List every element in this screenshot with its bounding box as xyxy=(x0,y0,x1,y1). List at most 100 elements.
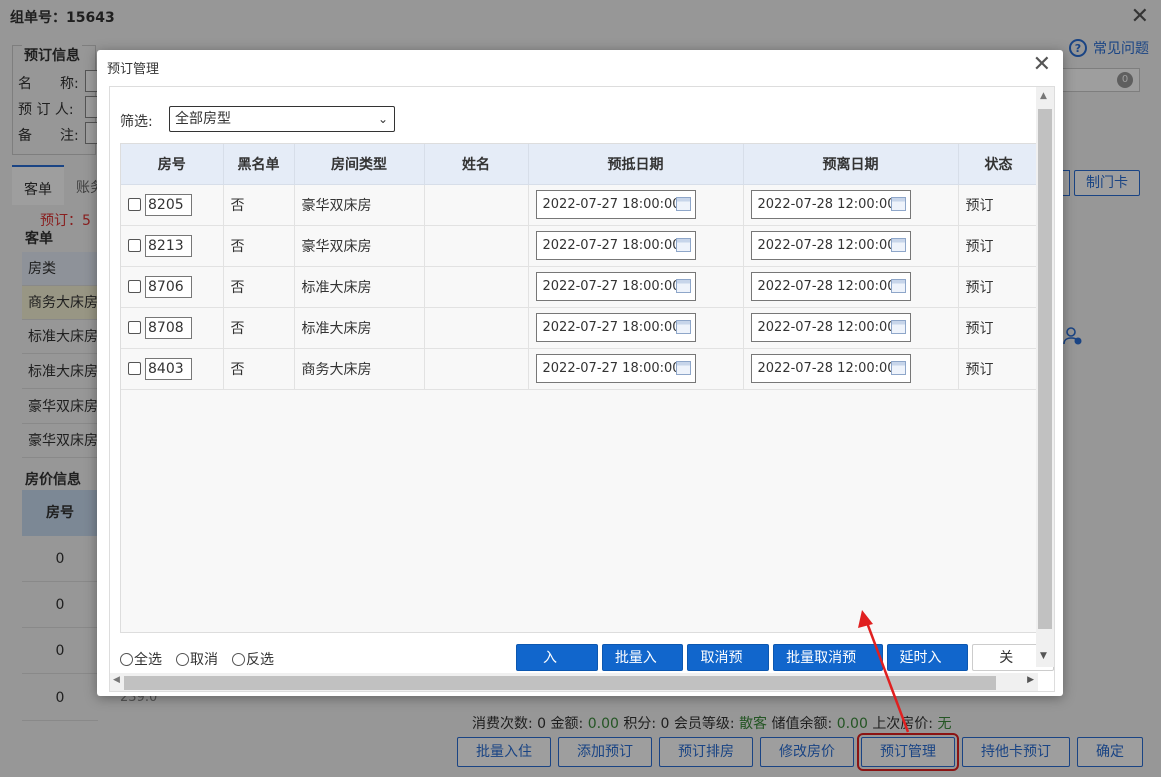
reservation-table: 房号 黑名单 房间类型 姓名 预抵日期 预离日期 状态 8205 否 豪华双床房 xyxy=(121,144,1040,390)
table-row: 8706 否 标准大床房 2022-07-27 18:00:00 2022-07… xyxy=(121,266,1040,308)
arrive-date-input[interactable]: 2022-07-27 18:00:00 xyxy=(535,272,696,301)
guest-name-cell xyxy=(424,266,529,308)
guest-name-cell xyxy=(424,225,529,267)
depart-date-input[interactable]: 2022-07-28 12:00:00 xyxy=(750,272,911,301)
row-checkbox[interactable] xyxy=(128,239,141,252)
dialog-close-icon[interactable]: ✕ xyxy=(1033,54,1051,76)
row-checkbox[interactable] xyxy=(128,321,141,334)
guest-name-cell xyxy=(424,184,529,226)
col-status[interactable]: 状态 xyxy=(958,144,1040,185)
calendar-icon[interactable] xyxy=(890,197,906,211)
arrive-date-input[interactable]: 2022-07-27 18:00:00 xyxy=(535,231,696,260)
dialog-title: 预订管理 xyxy=(107,62,160,77)
select-all-radio[interactable]: 全选 xyxy=(120,649,162,669)
filter-value: 全部房型 xyxy=(175,111,231,127)
arrive-date-text: 2022-07-27 18:00:00 xyxy=(542,197,681,212)
deselect-label: 取消 xyxy=(190,652,218,668)
table-header-row: 房号 黑名单 房间类型 姓名 预抵日期 预离日期 状态 xyxy=(121,144,1040,185)
depart-date-text: 2022-07-28 12:00:00 xyxy=(757,361,896,376)
depart-date-text: 2022-07-28 12:00:00 xyxy=(757,238,896,253)
calendar-icon[interactable] xyxy=(675,197,691,211)
dialog-actions: 入住 批量入住 取消预订 批量取消预订 延时入住 关闭 xyxy=(516,644,1054,691)
horizontal-scrollbar[interactable]: ◀ ▶ xyxy=(110,673,1038,691)
row-checkbox[interactable] xyxy=(128,198,141,211)
cancel-reservation-button[interactable]: 取消预订 xyxy=(687,644,770,691)
col-room[interactable]: 房号 xyxy=(121,144,224,185)
depart-date-input[interactable]: 2022-07-28 12:00:00 xyxy=(750,313,911,342)
radio-circle-icon xyxy=(176,652,189,666)
calendar-icon[interactable] xyxy=(890,361,906,375)
depart-date-input[interactable]: 2022-07-28 12:00:00 xyxy=(750,231,911,260)
blacklist-cell: 否 xyxy=(223,348,295,390)
status-cell: 预订 xyxy=(958,184,1040,226)
col-arrive[interactable]: 预抵日期 xyxy=(528,144,744,185)
guest-name-cell xyxy=(424,307,529,349)
room-type-cell: 标准大床房 xyxy=(294,307,425,349)
room-number-input[interactable]: 8213 xyxy=(145,234,192,257)
room-type-cell: 商务大床房 xyxy=(294,348,425,390)
row-checkbox[interactable] xyxy=(128,280,141,293)
scroll-down-icon[interactable]: ▼ xyxy=(1040,651,1047,661)
arrive-date-input[interactable]: 2022-07-27 18:00:00 xyxy=(535,354,696,383)
room-type-filter-select[interactable]: 全部房型 ⌄ xyxy=(169,106,395,132)
calendar-icon[interactable] xyxy=(890,238,906,252)
col-blacklist[interactable]: 黑名单 xyxy=(223,144,295,185)
blacklist-cell: 否 xyxy=(223,225,295,267)
table-row: 8708 否 标准大床房 2022-07-27 18:00:00 2022-07… xyxy=(121,307,1040,349)
depart-date-input[interactable]: 2022-07-28 12:00:00 xyxy=(750,190,911,219)
delayed-checkin-button[interactable]: 延时入住 xyxy=(886,644,969,691)
table-row: 8213 否 豪华双床房 2022-07-27 18:00:00 2022-07… xyxy=(121,225,1040,267)
arrive-date-text: 2022-07-27 18:00:00 xyxy=(542,279,681,294)
calendar-icon[interactable] xyxy=(675,320,691,334)
selection-radios: 全选 取消 反选 xyxy=(120,649,274,669)
room-type-cell: 豪华双床房 xyxy=(294,184,425,226)
depart-date-text: 2022-07-28 12:00:00 xyxy=(757,279,896,294)
depart-date-input[interactable]: 2022-07-28 12:00:00 xyxy=(750,354,911,383)
room-number-input[interactable]: 8706 xyxy=(145,275,192,298)
room-number-input[interactable]: 8708 xyxy=(145,316,192,339)
col-name[interactable]: 姓名 xyxy=(424,144,529,185)
guest-name-cell xyxy=(424,348,529,390)
row-checkbox[interactable] xyxy=(128,362,141,375)
room-number-input[interactable]: 8403 xyxy=(145,357,192,380)
scroll-right-icon[interactable]: ▶ xyxy=(1027,675,1034,685)
calendar-icon[interactable] xyxy=(675,238,691,252)
status-cell: 预订 xyxy=(958,348,1040,390)
col-room-type[interactable]: 房间类型 xyxy=(294,144,425,185)
arrive-date-text: 2022-07-27 18:00:00 xyxy=(542,238,681,253)
room-type-cell: 豪华双床房 xyxy=(294,225,425,267)
room-number-input[interactable]: 8205 xyxy=(145,193,192,216)
blacklist-cell: 否 xyxy=(223,307,295,349)
calendar-icon[interactable] xyxy=(890,279,906,293)
blacklist-cell: 否 xyxy=(223,266,295,308)
reservation-management-dialog: 预订管理 ✕ 筛选: 全部房型 ⌄ 房号 黑名单 房间类型 姓名 预抵日期 预离… xyxy=(97,50,1063,696)
batch-checkin-button[interactable]: 批量入住 xyxy=(601,644,684,691)
table-row: 8403 否 商务大床房 2022-07-27 18:00:00 2022-07… xyxy=(121,348,1040,390)
calendar-icon[interactable] xyxy=(675,279,691,293)
invert-radio[interactable]: 反选 xyxy=(232,649,274,669)
status-cell: 预订 xyxy=(958,307,1040,349)
arrive-date-text: 2022-07-27 18:00:00 xyxy=(542,320,681,335)
calendar-icon[interactable] xyxy=(675,361,691,375)
vertical-scrollbar[interactable]: ▲ ▼ xyxy=(1036,87,1054,667)
arrive-date-input[interactable]: 2022-07-27 18:00:00 xyxy=(535,190,696,219)
table-row: 8205 否 豪华双床房 2022-07-27 18:00:00 2022-07… xyxy=(121,184,1040,226)
chevron-down-icon: ⌄ xyxy=(377,112,388,126)
arrive-date-input[interactable]: 2022-07-27 18:00:00 xyxy=(535,313,696,342)
col-depart[interactable]: 预离日期 xyxy=(743,144,959,185)
radio-circle-icon xyxy=(232,652,245,666)
filter-label: 筛选: xyxy=(120,114,153,130)
scrollbar-thumb[interactable] xyxy=(124,676,996,690)
batch-cancel-reservation-button[interactable]: 批量取消预订 xyxy=(773,644,883,691)
scrollbar-thumb[interactable] xyxy=(1038,109,1052,629)
depart-date-text: 2022-07-28 12:00:00 xyxy=(757,197,896,212)
invert-label: 反选 xyxy=(246,652,274,668)
checkin-button[interactable]: 入住 xyxy=(516,644,598,691)
deselect-radio[interactable]: 取消 xyxy=(176,649,218,669)
reservation-grid: 房号 黑名单 房间类型 姓名 预抵日期 预离日期 状态 8205 否 豪华双床房 xyxy=(120,143,1040,633)
select-all-label: 全选 xyxy=(134,652,162,668)
scroll-left-icon[interactable]: ◀ xyxy=(113,675,120,685)
depart-date-text: 2022-07-28 12:00:00 xyxy=(757,320,896,335)
calendar-icon[interactable] xyxy=(890,320,906,334)
scroll-up-icon[interactable]: ▲ xyxy=(1040,91,1047,101)
